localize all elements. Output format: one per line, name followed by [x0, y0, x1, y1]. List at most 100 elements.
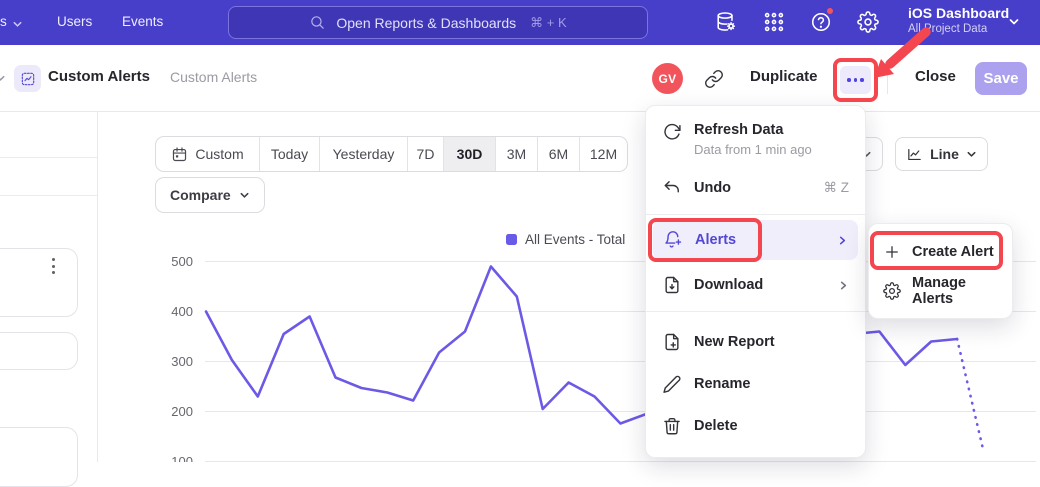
file-plus-icon	[662, 332, 682, 352]
share-link-icon[interactable]	[704, 69, 724, 89]
chevron-right-icon	[838, 280, 849, 291]
calendar-icon	[171, 146, 188, 163]
top-nav: s Users Events Open Reports & Dashboards…	[0, 0, 1040, 45]
date-range-3m[interactable]: 3M	[495, 137, 537, 171]
date-range-label: 7D	[417, 146, 435, 162]
sidebar-divider	[0, 157, 97, 158]
date-range-custom[interactable]: Custom	[156, 137, 259, 171]
report-toolbar: Custom Alerts Custom Alerts GV Duplicate…	[0, 45, 1040, 112]
compare-label: Compare	[170, 187, 231, 203]
search-shortcut: ⌘ + K	[530, 15, 567, 31]
kebab-menu-icon[interactable]	[52, 258, 55, 274]
date-range-7d[interactable]: 7D	[407, 137, 443, 171]
menu-label: Delete	[694, 418, 738, 434]
chart-type-label: Line	[930, 146, 959, 162]
line-chart-icon	[906, 146, 923, 163]
chevron-down-icon	[966, 149, 977, 160]
nav-item-events[interactable]: Events	[122, 14, 163, 29]
refresh-icon	[662, 122, 682, 142]
menu-sublabel: Data from 1 min ago	[694, 142, 812, 157]
date-range-label: 30D	[457, 146, 483, 162]
chart-type-button[interactable]: Line	[895, 137, 988, 171]
plus-icon	[883, 243, 901, 261]
toolbar-divider	[887, 64, 888, 94]
close-button[interactable]: Close	[915, 68, 956, 85]
search-icon	[309, 14, 326, 31]
legend-swatch	[506, 234, 517, 245]
undo-icon	[662, 178, 682, 198]
chevron-down-icon	[1008, 16, 1020, 28]
menu-shortcut: ⌘ Z	[824, 180, 850, 196]
context-menu: Refresh Data Data from 1 min ago Undo ⌘ …	[645, 105, 866, 458]
breadcrumb: Custom Alerts	[170, 69, 257, 85]
menu-item-download[interactable]: Download	[646, 264, 865, 306]
duplicate-button[interactable]: Duplicate	[750, 68, 818, 85]
date-range-6m[interactable]: 6M	[537, 137, 579, 171]
date-range-label: Yesterday	[333, 146, 395, 162]
svg-text:200: 200	[171, 404, 193, 419]
submenu-item-create-alert[interactable]: Create Alert	[869, 232, 1012, 271]
menu-item-delete[interactable]: Delete	[646, 405, 865, 447]
date-range-label: 6M	[549, 146, 568, 162]
menu-divider	[646, 311, 865, 312]
bell-plus-icon	[663, 230, 683, 250]
data-settings-icon[interactable]	[715, 11, 737, 33]
compare-button[interactable]: Compare	[155, 177, 265, 213]
menu-label: Rename	[694, 376, 750, 392]
nav-item-users[interactable]: Users	[57, 14, 92, 29]
chevron-right-icon	[837, 235, 848, 246]
more-options-button[interactable]	[840, 66, 871, 94]
date-range-12m[interactable]: 12M	[579, 137, 627, 171]
search-placeholder: Open Reports & Dashboards	[336, 15, 516, 31]
menu-label: Undo	[694, 180, 731, 196]
chart-legend: All Events - Total	[506, 232, 625, 247]
gear-icon[interactable]	[857, 11, 879, 33]
project-switcher[interactable]: iOS Dashboard All Project Data	[908, 5, 1009, 35]
sidebar-divider	[0, 195, 97, 196]
avatar[interactable]: GV	[652, 63, 683, 94]
chevron-down-icon	[12, 19, 23, 30]
menu-label: New Report	[694, 334, 775, 350]
date-range-label: 3M	[507, 146, 526, 162]
page-title: Custom Alerts	[48, 68, 150, 85]
search-input[interactable]: Open Reports & Dashboards ⌘ + K	[228, 6, 648, 39]
trash-icon	[662, 416, 682, 436]
apps-grid-icon[interactable]	[763, 11, 785, 33]
menu-label: Download	[694, 277, 763, 293]
chevron-down-icon[interactable]	[0, 73, 6, 84]
notification-dot	[825, 6, 835, 16]
nav-item-truncated[interactable]: s	[0, 14, 7, 29]
legend-label: All Events - Total	[525, 232, 625, 247]
chevron-down-icon	[239, 190, 250, 201]
menu-item-alerts[interactable]: Alerts	[653, 220, 858, 260]
menu-divider	[646, 214, 865, 215]
date-range-control: Custom Today Yesterday 7D 30D 3M 6M 12M	[155, 136, 628, 172]
submenu-item-manage-alerts[interactable]: Manage Alerts	[869, 271, 1012, 310]
date-range-30d-selected[interactable]: 30D	[443, 137, 495, 171]
save-button[interactable]: Save	[975, 62, 1027, 95]
menu-item-new-report[interactable]: New Report	[646, 321, 865, 363]
svg-text:400: 400	[171, 304, 193, 319]
date-range-label: Today	[271, 146, 308, 162]
date-range-label: 12M	[590, 146, 617, 162]
metric-card[interactable]	[0, 248, 78, 317]
svg-text:500: 500	[171, 254, 193, 269]
menu-item-undo[interactable]: Undo ⌘ Z	[646, 167, 865, 209]
svg-text:300: 300	[171, 354, 193, 369]
svg-text:100: 100	[171, 454, 193, 462]
alerts-submenu: Create Alert Manage Alerts	[868, 223, 1013, 319]
left-sidebar	[0, 112, 98, 462]
gear-icon	[883, 282, 901, 300]
metric-card[interactable]	[0, 427, 78, 487]
date-range-label: Custom	[195, 146, 243, 162]
date-range-today[interactable]: Today	[259, 137, 319, 171]
report-icon	[14, 65, 41, 92]
submenu-label: Create Alert	[912, 244, 994, 260]
date-range-yesterday[interactable]: Yesterday	[319, 137, 407, 171]
submenu-label: Manage Alerts	[912, 275, 998, 307]
project-scope: All Project Data	[908, 23, 1009, 35]
metric-card[interactable]	[0, 332, 78, 370]
menu-item-refresh-data[interactable]: Refresh Data Data from 1 min ago	[646, 114, 865, 167]
menu-item-rename[interactable]: Rename	[646, 363, 865, 405]
project-name: iOS Dashboard	[908, 5, 1009, 21]
